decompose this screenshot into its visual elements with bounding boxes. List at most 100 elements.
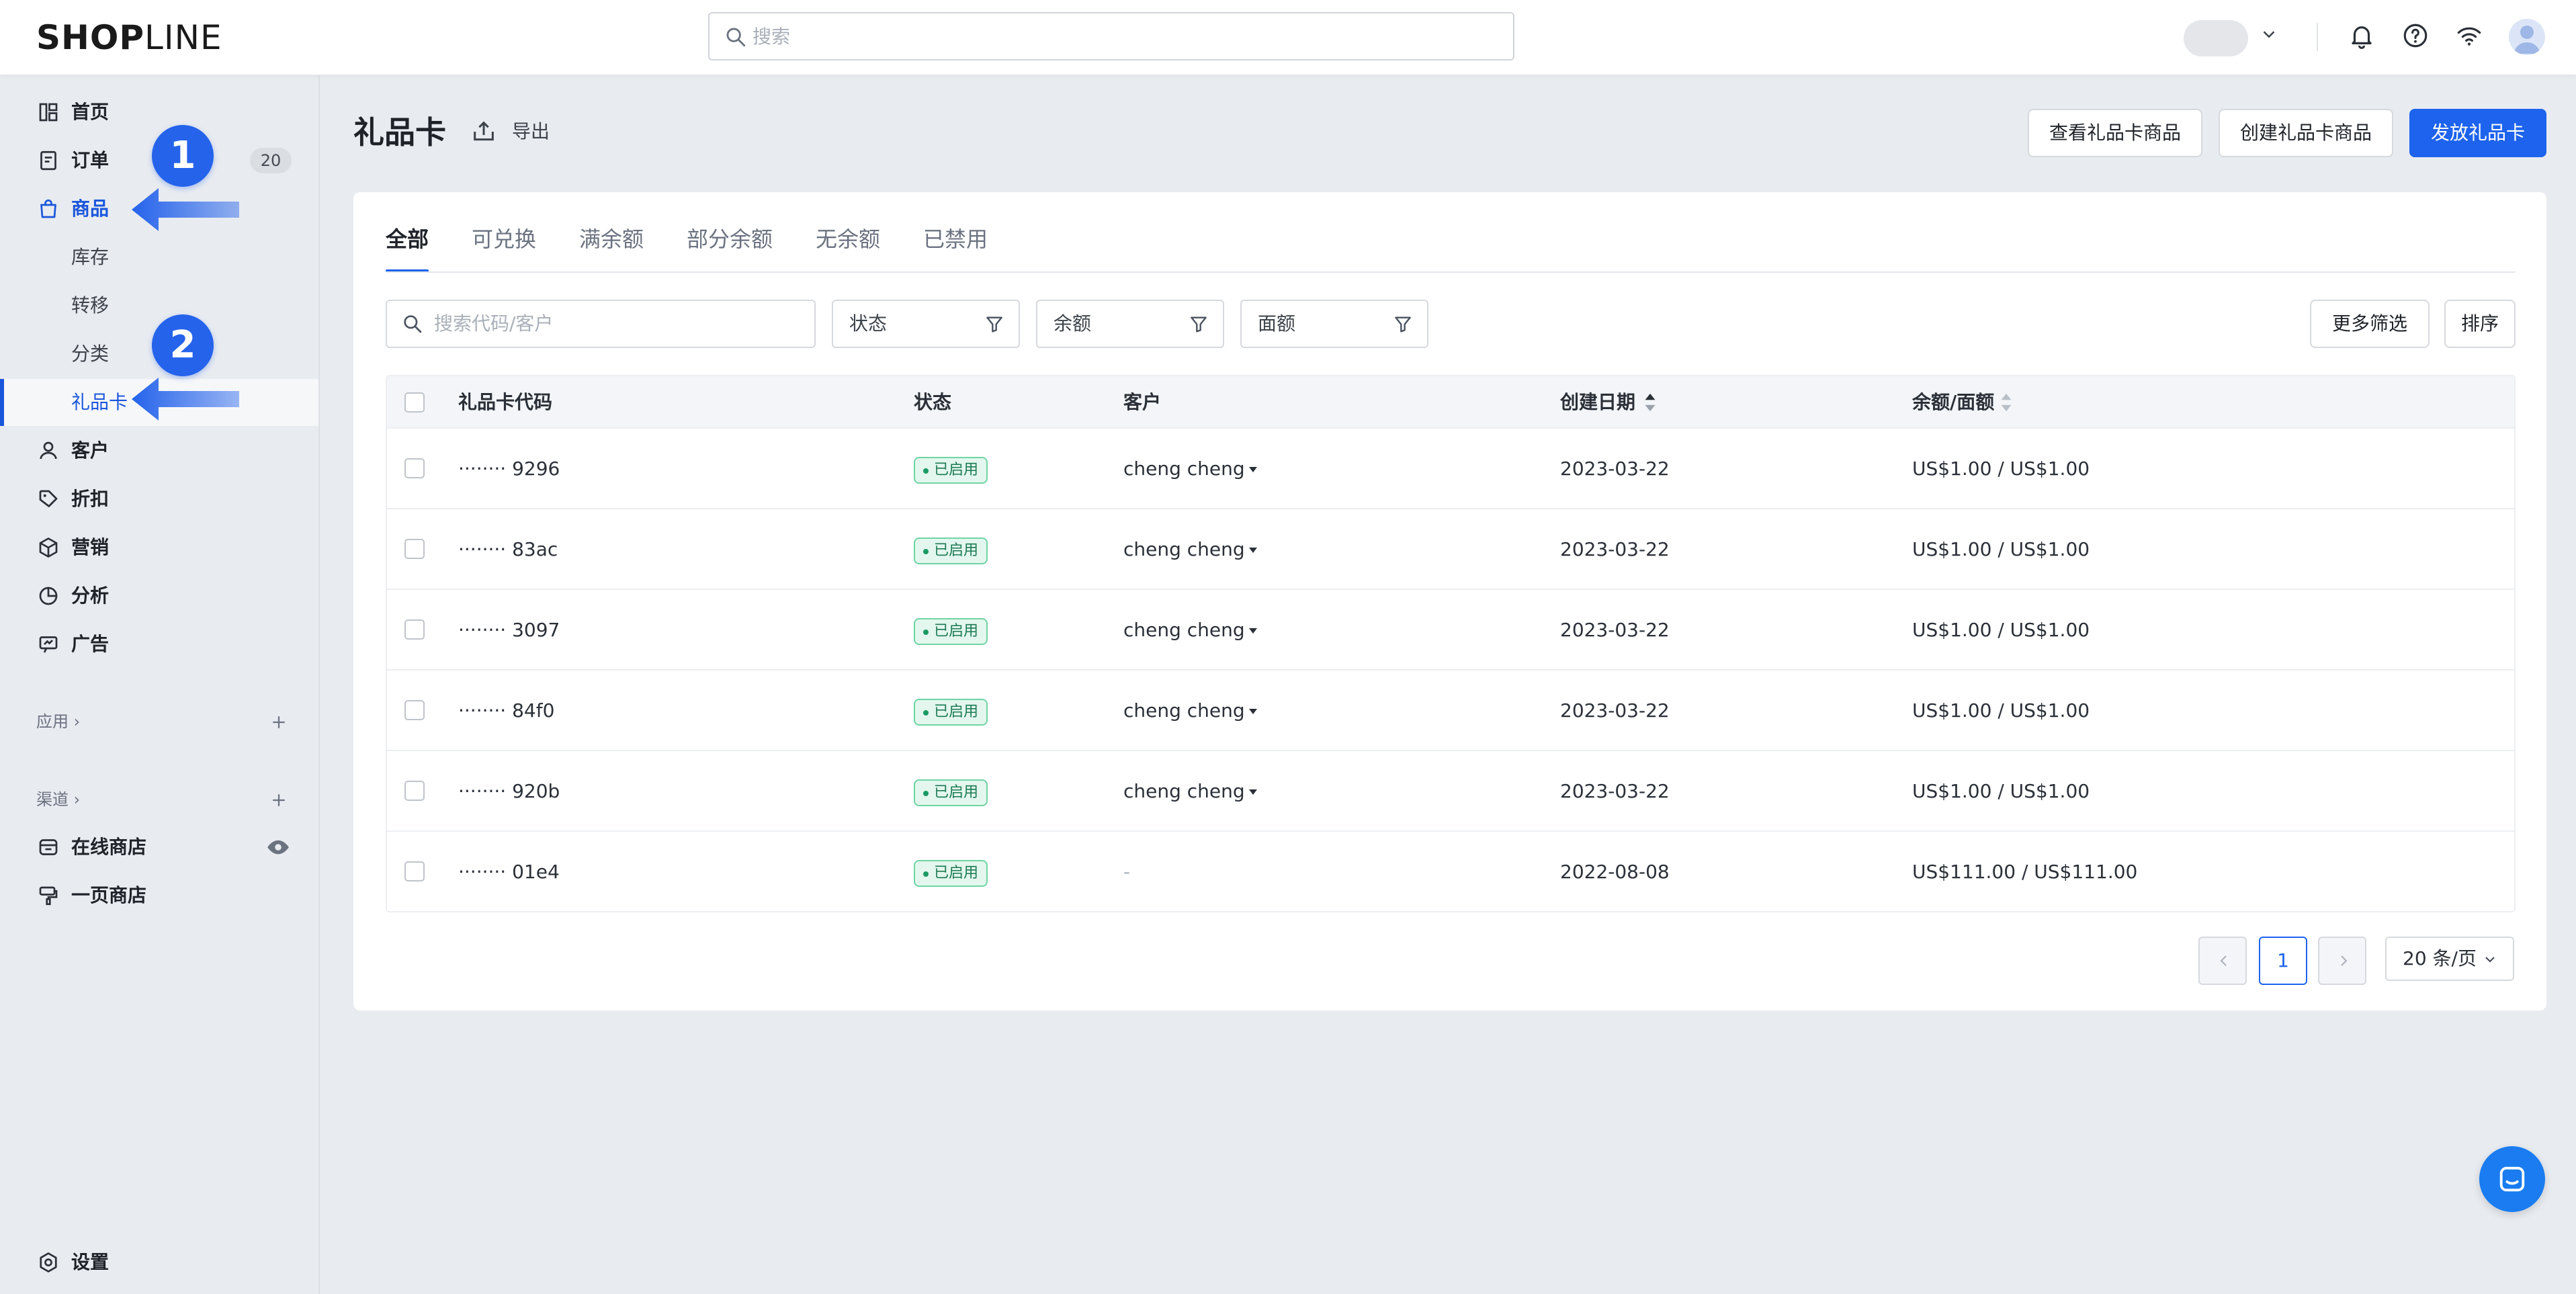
sidebar-item-discounts[interactable]: 折扣: [0, 476, 318, 523]
tab-partial-balance[interactable]: 部分余额: [687, 207, 773, 271]
tab-all[interactable]: 全部: [386, 207, 429, 273]
column-header-balance[interactable]: 余额/面额: [1912, 376, 1994, 429]
view-gift-card-products-button[interactable]: 查看礼品卡商品: [2028, 109, 2202, 157]
row-checkbox[interactable]: [404, 539, 425, 559]
issue-gift-card-button[interactable]: 发放礼品卡: [2409, 109, 2546, 157]
chat-launcher-button[interactable]: [2479, 1146, 2545, 1212]
more-filters-button[interactable]: 更多筛选: [2310, 300, 2430, 348]
customer-name[interactable]: cheng cheng: [1123, 751, 1257, 832]
balance-value: US$1.00 / US$1.00: [1912, 699, 2090, 722]
sidebar-item-online-store[interactable]: 在线商店: [0, 824, 318, 871]
status-filter[interactable]: 状态: [832, 300, 1020, 348]
face-value-filter[interactable]: 面额: [1240, 300, 1428, 348]
order-icon: [40, 150, 56, 171]
channels-section-label[interactable]: 渠道 ›: [36, 786, 80, 813]
table-row[interactable]: ········ 3097 已启用 cheng cheng 2023-03-22…: [387, 590, 2514, 671]
gift-card-list-panel: 全部 可兑换 满余额 部分余额 无余额 已禁用 搜索代码/客户 状态 余额 面额…: [353, 192, 2546, 1010]
row-checkbox[interactable]: [404, 861, 425, 881]
tag-icon: [39, 490, 58, 507]
page-size-select[interactable]: 20 条/页: [2385, 937, 2514, 981]
shopline-logo[interactable]: SHOPLINE: [36, 15, 222, 60]
sidebar-subitem-label: 分类: [71, 343, 110, 365]
sort-icon[interactable]: [1642, 392, 1658, 413]
sidebar-item-home[interactable]: 首页: [0, 89, 318, 136]
balance-filter-label: 余额: [1054, 312, 1092, 335]
chevron-down-icon: [2485, 957, 2495, 963]
gift-card-code[interactable]: ········ 84f0: [458, 671, 554, 751]
row-checkbox[interactable]: [404, 619, 425, 640]
sidebar-subitem-inventory[interactable]: 库存: [0, 234, 318, 281]
tab-disabled[interactable]: 已禁用: [923, 207, 988, 271]
table-row[interactable]: ········ 01e4 已启用 - 2022-08-08 US$111.00…: [387, 832, 2514, 911]
sidebar: 首页 订单 20 商品 库存 转移 分类 礼品卡 客户 折扣 营销 分析 广告: [0, 75, 320, 1294]
table-row[interactable]: ········ 9296 已启用 cheng cheng 2023-03-22…: [387, 429, 2514, 509]
sidebar-item-one-page-store[interactable]: 一页商店: [0, 872, 318, 919]
sort-icon[interactable]: [1998, 392, 2014, 413]
export-icon[interactable]: [470, 118, 497, 145]
apps-section-label[interactable]: 应用 ›: [36, 708, 80, 735]
sidebar-item-settings[interactable]: 设置: [0, 1239, 318, 1286]
balance-value: US$1.00 / US$1.00: [1912, 538, 2090, 560]
status-badge: 已启用: [914, 699, 988, 726]
store-switcher[interactable]: [2184, 20, 2248, 56]
eye-icon[interactable]: [265, 834, 292, 860]
sidebar-item-label: 客户: [71, 439, 110, 462]
select-all-checkbox[interactable]: [404, 392, 425, 413]
arrow-left-icon: [132, 378, 239, 421]
add-app-icon[interactable]: [269, 712, 289, 732]
store-icon: [39, 839, 58, 855]
sidebar-item-marketing[interactable]: 营销: [0, 524, 318, 571]
customer-name[interactable]: cheng cheng: [1123, 509, 1257, 590]
row-checkbox[interactable]: [404, 700, 425, 720]
status-filter-label: 状态: [849, 312, 888, 335]
page-title: 礼品卡: [353, 114, 446, 150]
previous-page-button[interactable]: [2198, 937, 2247, 985]
sidebar-item-customers[interactable]: 客户: [0, 427, 318, 474]
chevron-left-icon: [2220, 955, 2227, 966]
customer-name[interactable]: cheng cheng: [1123, 590, 1257, 671]
create-gift-card-product-button[interactable]: 创建礼品卡商品: [2219, 109, 2393, 157]
chevron-down-icon[interactable]: [2259, 24, 2279, 44]
sidebar-item-ads[interactable]: 广告: [0, 621, 318, 668]
export-button[interactable]: 导出: [512, 118, 550, 145]
dashboard-icon: [39, 103, 58, 122]
row-checkbox[interactable]: [404, 781, 425, 801]
gift-card-code[interactable]: ········ 83ac: [458, 509, 558, 590]
order-count-badge: 20: [250, 148, 292, 173]
tab-full-balance[interactable]: 满余额: [579, 207, 644, 271]
gift-card-code[interactable]: ········ 9296: [458, 429, 560, 509]
gift-card-code[interactable]: ········ 01e4: [458, 832, 560, 911]
user-icon: [40, 441, 57, 460]
search-code-customer-input[interactable]: 搜索代码/客户: [386, 300, 816, 348]
balance-filter[interactable]: 余额: [1036, 300, 1224, 348]
column-header-created-date[interactable]: 创建日期: [1560, 376, 1635, 429]
gift-card-code[interactable]: ········ 920b: [458, 751, 560, 832]
avatar[interactable]: [2509, 19, 2545, 55]
table-row[interactable]: ········ 83ac 已启用 cheng cheng 2023-03-22…: [387, 509, 2514, 590]
sidebar-item-label: 分析: [71, 585, 110, 607]
sidebar-subitem-transfers[interactable]: 转移: [0, 282, 318, 329]
customer-name[interactable]: cheng cheng: [1123, 671, 1257, 751]
tab-redeemable[interactable]: 可兑换: [472, 207, 536, 271]
sidebar-item-label: 在线商店: [71, 836, 147, 858]
wifi-icon[interactable]: [2455, 21, 2483, 50]
bag-icon: [40, 199, 56, 218]
page-number-button[interactable]: 1: [2259, 937, 2307, 985]
gift-card-code[interactable]: ········ 3097: [458, 590, 560, 671]
add-channel-icon[interactable]: [269, 790, 289, 810]
global-search-input[interactable]: 搜索: [708, 12, 1514, 60]
gear-icon: [40, 1252, 57, 1273]
row-checkbox[interactable]: [404, 458, 425, 478]
customer-name[interactable]: cheng cheng: [1123, 429, 1257, 509]
sort-button[interactable]: 排序: [2444, 300, 2516, 348]
table-row[interactable]: ········ 920b 已启用 cheng cheng 2023-03-22…: [387, 751, 2514, 832]
table-row[interactable]: ········ 84f0 已启用 cheng cheng 2023-03-22…: [387, 671, 2514, 751]
column-header-customer: 客户: [1123, 391, 1162, 413]
help-icon[interactable]: [2401, 21, 2430, 50]
chevron-right-icon: [2341, 955, 2348, 966]
tab-no-balance[interactable]: 无余额: [816, 207, 880, 271]
bell-icon[interactable]: [2348, 21, 2376, 50]
sidebar-item-analytics[interactable]: 分析: [0, 572, 318, 619]
next-page-button[interactable]: [2318, 937, 2366, 985]
search-icon: [404, 315, 422, 333]
